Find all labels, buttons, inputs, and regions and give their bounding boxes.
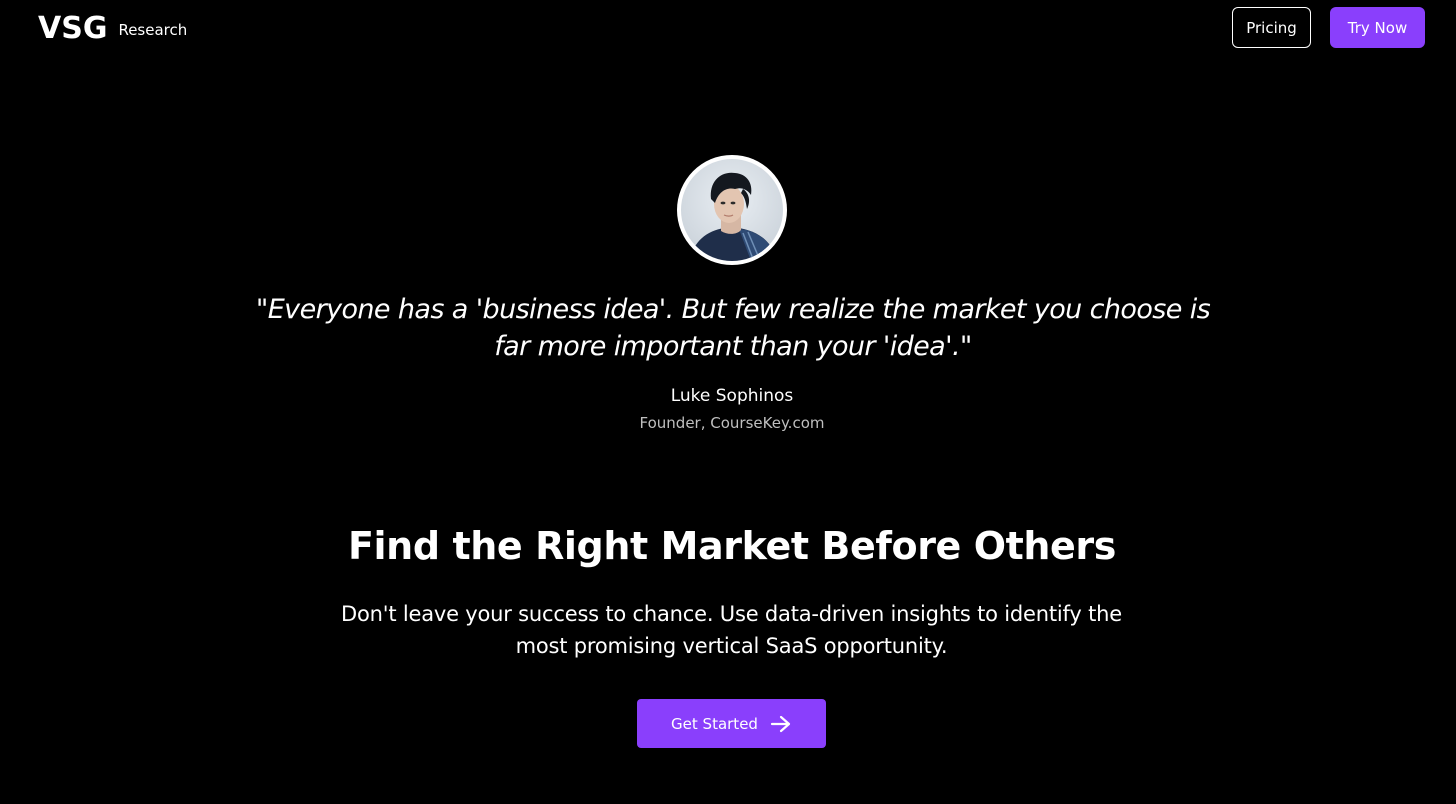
person-portrait-icon xyxy=(681,159,783,261)
top-nav-bar: VSG Research Pricing Try Now xyxy=(0,0,1456,56)
testimonial-author-role: Founder, CourseKey.com xyxy=(639,414,825,432)
hero-subtitle-line-2: most promising vertical SaaS opportunity… xyxy=(515,634,948,658)
hero-subtitle: Don't leave your success to chance. Use … xyxy=(330,598,1133,662)
quote-line-2: far more important than your 'idea'." xyxy=(494,331,972,362)
landing-page: VSG Research Pricing Try Now "Everyone h… xyxy=(0,0,1456,804)
hero-title: Find the Right Market Before Others xyxy=(347,524,1116,568)
get-started-button[interactable]: Get Started xyxy=(637,699,826,748)
quote-line-1: "Everyone has a 'business idea'. But few… xyxy=(255,294,1211,325)
testimonial-author-name: Luke Sophinos xyxy=(670,386,794,406)
hero-subtitle-line-1: Don't leave your success to chance. Use … xyxy=(341,602,1122,626)
avatar xyxy=(677,155,787,265)
header-nav: Pricing Try Now xyxy=(1232,7,1425,48)
arrow-right-icon xyxy=(770,715,791,732)
logo-subtitle: Research xyxy=(118,21,188,39)
brand-logo[interactable]: VSG Research xyxy=(38,10,187,48)
testimonial-quote: "Everyone has a 'business idea'. But few… xyxy=(228,291,1238,365)
pricing-button[interactable]: Pricing xyxy=(1232,7,1311,48)
logo-mark: VSG xyxy=(38,11,108,46)
try-now-button[interactable]: Try Now xyxy=(1330,7,1425,48)
get-started-label: Get Started xyxy=(671,714,758,733)
